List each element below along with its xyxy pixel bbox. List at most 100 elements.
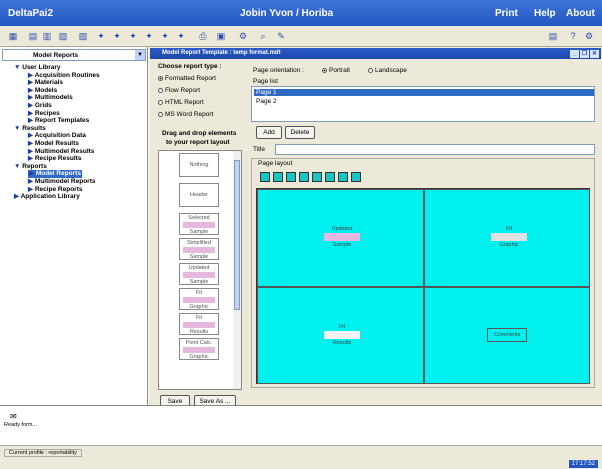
page-list-item[interactable]: Page 1: [254, 89, 594, 96]
current-profile: Current profile : reportability: [4, 449, 82, 457]
report-type-flow[interactable]: Flow Report: [158, 87, 200, 94]
report-type-formatted[interactable]: Formatted Report: [158, 75, 216, 82]
orientation-portrait[interactable]: Portrait: [322, 67, 350, 74]
report-element-tile[interactable]: Simplified Sample: [179, 238, 219, 260]
orientation-landscape[interactable]: Landscape: [368, 67, 407, 74]
cell-element-label: Updated: [331, 226, 353, 232]
folder-icon[interactable]: ▥: [40, 29, 54, 43]
triangle-right-icon[interactable]: ▶: [29, 170, 36, 177]
layout-7-icon[interactable]: [338, 172, 348, 182]
tree-item-label: Multimodel Reports: [34, 178, 96, 185]
layout-2-icon[interactable]: [273, 172, 283, 182]
triangle-right-icon[interactable]: ▶: [28, 72, 35, 79]
layout-3-icon[interactable]: [286, 172, 296, 182]
model-icon[interactable]: ✦: [110, 29, 124, 43]
scrollbar-thumb[interactable]: [234, 160, 240, 310]
layout-cell[interactable]: Fit Graphic: [424, 189, 590, 287]
restore-icon[interactable]: ❐: [580, 50, 589, 58]
triangle-down-icon[interactable]: ▼: [14, 64, 22, 71]
results-icon[interactable]: ✦: [158, 29, 172, 43]
radio-icon[interactable]: [158, 87, 163, 93]
layout-cell[interactable]: Updated Sample: [257, 189, 424, 287]
settings-icon[interactable]: ⚙: [236, 29, 250, 43]
close-icon[interactable]: ✕: [590, 50, 599, 58]
delete-page-button[interactable]: Delete: [285, 126, 315, 139]
layout-6-icon[interactable]: [325, 172, 335, 182]
minimize-icon[interactable]: _: [570, 50, 579, 58]
library-selector[interactable]: Model Reports ▼: [2, 49, 146, 61]
element-preview: [183, 222, 215, 228]
report-element-tile[interactable]: Updated Sample: [179, 263, 219, 285]
element-preview: [183, 347, 215, 353]
triangle-right-icon[interactable]: ▶: [28, 87, 35, 94]
page-list-item[interactable]: Page 2: [254, 98, 279, 105]
elements-scrollbar[interactable]: [233, 151, 241, 389]
triangle-right-icon[interactable]: ▶: [28, 94, 35, 101]
triangle-down-icon[interactable]: ▼: [14, 125, 22, 132]
menu-print[interactable]: Print: [495, 8, 518, 19]
tree-item-label: Model Results: [34, 140, 79, 147]
page-title-input[interactable]: [275, 144, 595, 155]
orientation-label: Page orientation :: [253, 67, 304, 74]
element-preview: [324, 331, 360, 339]
triangle-down-icon[interactable]: ▼: [14, 163, 22, 170]
radio-icon[interactable]: [368, 67, 373, 73]
triangle-right-icon[interactable]: ▶: [28, 140, 35, 147]
new-icon[interactable]: ▦: [6, 29, 20, 43]
help-icon[interactable]: ?: [566, 29, 580, 43]
report-icon[interactable]: ✦: [174, 29, 188, 43]
triangle-right-icon[interactable]: ▶: [28, 186, 35, 193]
layout-cell[interactable]: Comments: [424, 287, 590, 384]
element-sub-label: Graphic: [189, 354, 209, 360]
report-element-tile[interactable]: Header: [179, 183, 219, 207]
chart-icon[interactable]: ▨: [76, 29, 90, 43]
layout-1-icon[interactable]: [260, 172, 270, 182]
report-type-html[interactable]: HTML Report: [158, 99, 204, 106]
report-element-tile[interactable]: Selected Sample: [179, 213, 219, 235]
open-icon[interactable]: ▤: [26, 29, 40, 43]
layout-4-icon[interactable]: [299, 172, 309, 182]
radio-icon[interactable]: [322, 67, 327, 73]
recipe-icon[interactable]: ✦: [142, 29, 156, 43]
triangle-right-icon[interactable]: ▶: [28, 155, 35, 162]
report-element-tile[interactable]: Fit Graphic: [179, 288, 219, 310]
triangle-right-icon[interactable]: ▶: [28, 102, 35, 109]
window-icon[interactable]: ▣: [214, 29, 228, 43]
calculator-icon[interactable]: ▤: [546, 29, 560, 43]
menu-about[interactable]: About: [566, 8, 595, 19]
triangle-right-icon[interactable]: ▶: [28, 79, 35, 86]
report-element-tile[interactable]: Fit Results: [179, 313, 219, 335]
cell-element-sub: Graphic: [499, 242, 519, 248]
radio-icon[interactable]: [158, 75, 163, 81]
tree-item[interactable]: ▶ Application Library: [14, 193, 80, 201]
tools-icon[interactable]: ⚙: [582, 29, 596, 43]
document-icon[interactable]: ▧: [56, 29, 70, 43]
add-page-button[interactable]: Add: [256, 126, 282, 139]
radio-icon[interactable]: [158, 99, 163, 105]
tree-item-label: Recipes: [34, 109, 60, 117]
triangle-right-icon[interactable]: ▶: [28, 178, 35, 185]
print-icon[interactable]: ⎙: [196, 29, 210, 43]
triangle-right-icon[interactable]: ▶: [28, 117, 35, 124]
triangle-right-icon[interactable]: ▶: [14, 193, 21, 200]
layout-cell[interactable]: Fit Results: [257, 287, 424, 384]
element-label: Selected: [188, 215, 210, 221]
triangle-right-icon[interactable]: ▶: [28, 132, 35, 139]
search-icon[interactable]: ⌕: [256, 29, 270, 43]
message-icon: ✉: [10, 412, 17, 421]
triangle-right-icon[interactable]: ▶: [28, 110, 35, 117]
triangle-right-icon[interactable]: ▶: [28, 148, 35, 155]
graph-icon[interactable]: ✎: [274, 29, 288, 43]
report-element-tile[interactable]: Point Calc. Graphic: [179, 338, 219, 360]
report-element-tile[interactable]: Nothing: [179, 153, 219, 177]
element-sub-label: Sample: [189, 254, 209, 260]
tree-item-label: Grids: [34, 102, 52, 109]
radio-icon[interactable]: [158, 111, 163, 117]
layout-5-icon[interactable]: [312, 172, 322, 182]
chevron-down-icon[interactable]: ▼: [135, 50, 145, 60]
fit-icon[interactable]: ✦: [126, 29, 140, 43]
menu-help[interactable]: Help: [534, 8, 556, 19]
layout-8-icon[interactable]: [351, 172, 361, 182]
report-type-msword[interactable]: MS Word Report: [158, 111, 213, 118]
acquire-icon[interactable]: ✦: [94, 29, 108, 43]
